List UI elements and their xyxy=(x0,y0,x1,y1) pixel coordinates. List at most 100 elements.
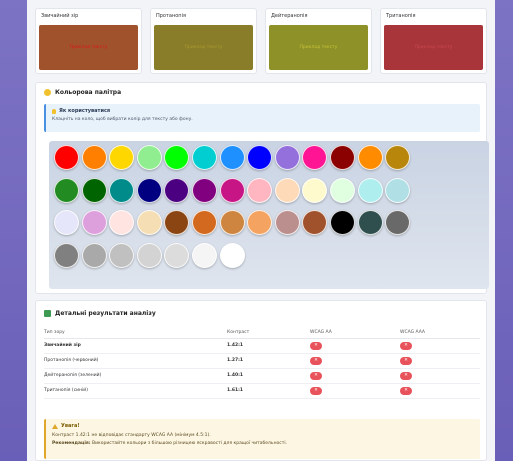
color-swatch[interactable] xyxy=(329,177,355,203)
recommendation-label: Рекомендація: xyxy=(52,441,91,446)
color-swatch[interactable] xyxy=(191,177,217,203)
row-vision-type: Дейтеранопія (зелений) xyxy=(44,368,227,384)
color-swatch[interactable] xyxy=(219,210,245,235)
color-swatch[interactable] xyxy=(81,145,107,170)
color-swatch[interactable] xyxy=(54,242,79,268)
preview-label: Дейтеранопія xyxy=(271,13,308,19)
window-frame-left xyxy=(0,0,27,461)
color-swatch[interactable] xyxy=(54,210,79,235)
color-swatch[interactable] xyxy=(385,145,411,170)
warning-text: Контраст 1.42:1 не відповідає стандарту … xyxy=(52,433,211,438)
color-swatch[interactable] xyxy=(274,145,300,170)
swatch-grid xyxy=(49,141,489,289)
color-swatch[interactable] xyxy=(109,242,135,268)
color-swatch[interactable] xyxy=(191,210,217,235)
recommendation-text: Використайте кольори з більшою різницею … xyxy=(92,441,288,446)
vision-preview-row: Звичайний зір Приклад тексту Протанопія … xyxy=(35,8,487,74)
color-swatch[interactable] xyxy=(109,210,135,235)
color-swatch[interactable] xyxy=(191,145,217,170)
cell-aa: ✕ xyxy=(310,338,400,354)
results-table: Тип зору Контраст WCAG AA WCAG AAA Звича… xyxy=(44,327,480,399)
header-wcag-aaa: WCAG AAA xyxy=(400,327,480,339)
color-swatch[interactable] xyxy=(136,242,162,268)
warning-title: Увага! xyxy=(61,423,80,429)
row-vision-type: Тританопія (синій) xyxy=(44,383,227,399)
preview-swatch: Приклад тексту xyxy=(269,25,368,70)
preview-sample-text: Приклад тексту xyxy=(184,45,223,50)
hint-text: Клацніть на коло, щоб вибрати колір для … xyxy=(52,117,193,122)
table-icon xyxy=(44,310,51,317)
color-swatch[interactable] xyxy=(329,145,355,170)
color-swatch[interactable] xyxy=(247,210,273,235)
table-row: Дейтеранопія (зелений) 1.40:1 ✕ ✕ xyxy=(44,368,480,384)
preview-card-tritanopia: Тританопія Приклад тексту xyxy=(380,8,487,74)
preview-swatch: Приклад тексту xyxy=(384,25,483,70)
cell-aa: ✕ xyxy=(310,383,400,399)
color-swatch[interactable] xyxy=(54,145,79,170)
fail-badge: ✕ xyxy=(310,341,322,350)
color-swatch[interactable] xyxy=(136,145,162,170)
color-swatch[interactable] xyxy=(109,145,135,170)
color-palette-panel: Кольорова палітра Як користуватися Клацн… xyxy=(35,82,489,294)
color-swatch[interactable] xyxy=(164,242,190,268)
preview-sample-text: Приклад тексту xyxy=(69,45,108,50)
color-swatch[interactable] xyxy=(81,177,107,203)
color-swatch[interactable] xyxy=(247,177,273,203)
color-swatch[interactable] xyxy=(191,242,217,268)
preview-label: Звичайний зір xyxy=(41,13,79,19)
preview-label: Протанопія xyxy=(156,13,186,19)
color-swatch[interactable] xyxy=(302,177,328,203)
hint-box: Як користуватися Клацніть на коло, щоб в… xyxy=(44,104,480,132)
color-swatch[interactable] xyxy=(164,145,190,170)
row-contrast: 1.40:1 xyxy=(227,368,310,384)
warning-heading: Увага! xyxy=(52,423,474,429)
color-swatch[interactable] xyxy=(136,177,162,203)
table-row: Звичайний зір 1.42:1 ✕ ✕ xyxy=(44,338,480,354)
row-vision-type: Звичайний зір xyxy=(44,338,227,354)
color-swatch[interactable] xyxy=(164,210,190,235)
color-swatch[interactable] xyxy=(219,177,245,203)
color-swatch[interactable] xyxy=(302,145,328,170)
color-swatch[interactable] xyxy=(164,177,190,203)
fail-badge: ✕ xyxy=(310,386,322,395)
preview-card-protanopia: Протанопія Приклад тексту xyxy=(150,8,257,74)
lightbulb-icon xyxy=(52,108,56,114)
hint-title: Як користуватися xyxy=(59,108,111,114)
color-swatch[interactable] xyxy=(385,210,411,235)
fail-badge: ✕ xyxy=(400,386,412,395)
table-row: Тританопія (синій) 1.61:1 ✕ ✕ xyxy=(44,383,480,399)
preview-swatch: Приклад тексту xyxy=(154,25,253,70)
row-contrast: 1.27:1 xyxy=(227,353,310,369)
palette-title: Кольорова палітра xyxy=(55,89,122,96)
preview-card-deuteranopia: Дейтеранопія Приклад тексту xyxy=(265,8,372,74)
warning-box: Увага! Контраст 1.42:1 не відповідає ста… xyxy=(44,419,480,459)
color-swatch[interactable] xyxy=(81,210,107,235)
warning-icon xyxy=(52,423,58,429)
cell-aa: ✕ xyxy=(310,353,400,369)
results-title: Детальні результати аналізу xyxy=(55,310,156,317)
color-swatch[interactable] xyxy=(81,242,107,268)
color-swatch[interactable] xyxy=(302,210,328,235)
cell-aaa: ✕ xyxy=(400,338,480,354)
color-swatch[interactable] xyxy=(136,210,162,235)
window-frame-right xyxy=(495,0,513,461)
color-swatch[interactable] xyxy=(109,177,135,203)
row-contrast: 1.42:1 xyxy=(227,338,310,354)
row-vision-type: Протанопія (червоний) xyxy=(44,353,227,369)
color-swatch[interactable] xyxy=(357,210,383,235)
color-swatch[interactable] xyxy=(274,210,300,235)
color-swatch[interactable] xyxy=(329,210,355,235)
color-swatch[interactable] xyxy=(219,242,245,268)
color-swatch[interactable] xyxy=(247,145,273,170)
preview-sample-text: Приклад тексту xyxy=(299,45,338,50)
color-swatch[interactable] xyxy=(54,177,79,203)
color-swatch[interactable] xyxy=(357,177,383,203)
cell-aaa: ✕ xyxy=(400,383,480,399)
fail-badge: ✕ xyxy=(310,371,322,380)
color-swatch[interactable] xyxy=(385,177,411,203)
preview-sample-text: Приклад тексту xyxy=(414,45,453,50)
color-swatch[interactable] xyxy=(357,145,383,170)
color-swatch[interactable] xyxy=(219,145,245,170)
color-swatch[interactable] xyxy=(274,177,300,203)
fail-badge: ✕ xyxy=(310,356,322,365)
